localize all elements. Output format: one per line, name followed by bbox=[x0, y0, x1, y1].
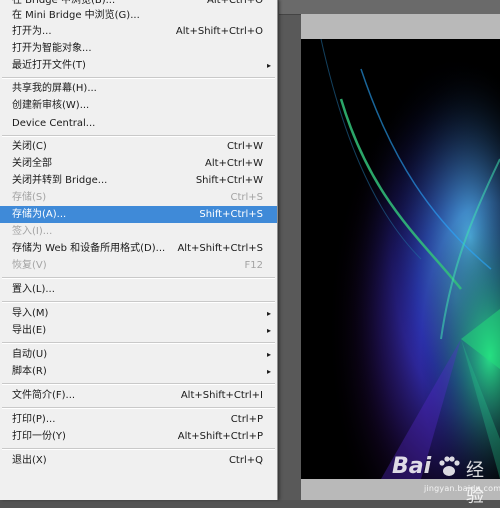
submenu-arrow-icon: ▸ bbox=[266, 326, 271, 335]
menu-item-label: 存储(S) bbox=[12, 192, 47, 203]
menu-separator bbox=[2, 383, 275, 385]
menu-item-label: 导入(M) bbox=[12, 308, 49, 319]
menu-item-label: 置入(L)... bbox=[12, 284, 55, 295]
menu-item-shortcut: Ctrl+Q bbox=[228, 455, 263, 466]
menu-item-label: Device Central... bbox=[12, 118, 96, 129]
menu-item-shortcut: Alt+Shift+Ctrl+P bbox=[177, 431, 263, 442]
menu-item-scripts[interactable]: 脚本(R) ▸ bbox=[0, 363, 277, 380]
menu-item-label: 打开为智能对象... bbox=[12, 43, 92, 54]
menu-item-open-as-smart-object[interactable]: 打开为智能对象... bbox=[0, 40, 277, 57]
menu-item-shortcut: Ctrl+S bbox=[230, 192, 263, 203]
menu-item-shortcut: Ctrl+P bbox=[230, 414, 263, 425]
menu-item-automate[interactable]: 自动(U) ▸ bbox=[0, 346, 277, 363]
menu-item-open-recent[interactable]: 最近打开文件(T) ▸ bbox=[0, 57, 277, 74]
menu-item-revert[interactable]: 恢复(V) F12 bbox=[0, 257, 277, 274]
menu-item-open-as[interactable]: 打开为... Alt+Shift+Ctrl+O bbox=[0, 23, 277, 40]
menu-item-device-central[interactable]: Device Central... bbox=[0, 115, 277, 132]
menu-item-shortcut: Ctrl+W bbox=[226, 141, 263, 152]
menu-item-label: 脚本(R) bbox=[12, 366, 47, 377]
menu-item-shortcut: Shift+Ctrl+S bbox=[199, 209, 263, 220]
document-canvas[interactable] bbox=[301, 14, 500, 500]
menu-item-save-for-web[interactable]: 存储为 Web 和设备所用格式(D)... Alt+Shift+Ctrl+S bbox=[0, 240, 277, 257]
menu-item-label: 退出(X) bbox=[12, 455, 47, 466]
submenu-arrow-icon: ▸ bbox=[266, 61, 271, 70]
menu-separator bbox=[2, 342, 275, 344]
menu-item-close[interactable]: 关闭(C) Ctrl+W bbox=[0, 138, 277, 155]
menu-item-label: 打开为... bbox=[12, 26, 52, 37]
menu-item-place[interactable]: 置入(L)... bbox=[0, 281, 277, 298]
submenu-arrow-icon: ▸ bbox=[266, 309, 271, 318]
menu-item-browse-in-mini-bridge[interactable]: 在 Mini Bridge 中浏览(G)... bbox=[0, 7, 277, 24]
menu-separator bbox=[2, 301, 275, 303]
document-tab-strip[interactable] bbox=[279, 0, 500, 15]
menu-item-shortcut: Alt+Ctrl+W bbox=[205, 158, 263, 169]
menu-item-save[interactable]: 存储(S) Ctrl+S bbox=[0, 189, 277, 206]
menu-item-create-new-review[interactable]: 创建新审核(W)... bbox=[0, 97, 277, 114]
menu-item-label: 共享我的屏幕(H)... bbox=[12, 83, 97, 94]
menu-item-label: 关闭全部 bbox=[12, 158, 52, 169]
menu-item-label: 存储为 Web 和设备所用格式(D)... bbox=[12, 243, 166, 254]
menu-item-import[interactable]: 导入(M) ▸ bbox=[0, 305, 277, 322]
watermark-url: jingyan.baidu.com bbox=[424, 484, 500, 493]
menu-item-label: 文件简介(F)... bbox=[12, 390, 76, 401]
paw-icon bbox=[436, 454, 462, 480]
menu-separator bbox=[2, 77, 275, 79]
menu-item-shortcut: Alt+Shift+Ctrl+O bbox=[175, 26, 263, 37]
menu-item-label: 打印一份(Y) bbox=[12, 431, 66, 442]
menu-item-print[interactable]: 打印(P)... Ctrl+P bbox=[0, 411, 277, 428]
menu-separator bbox=[2, 448, 275, 450]
menu-separator bbox=[2, 277, 275, 279]
abstract-light-image bbox=[301, 39, 500, 479]
menu-item-label: 自动(U) bbox=[12, 349, 48, 360]
menu-separator bbox=[2, 407, 275, 409]
watermark-brand-text: 经验 bbox=[466, 460, 484, 507]
menu-item-save-as[interactable]: 存储为(A)... Shift+Ctrl+S bbox=[0, 206, 277, 223]
menu-item-export[interactable]: 导出(E) ▸ bbox=[0, 322, 277, 339]
menu-item-close-and-go-to-bridge[interactable]: 关闭并转到 Bridge... Shift+Ctrl+W bbox=[0, 172, 277, 189]
menu-item-file-info[interactable]: 文件简介(F)... Alt+Shift+Ctrl+I bbox=[0, 387, 277, 404]
menu-item-label: 恢复(V) bbox=[12, 260, 47, 271]
menu-item-label: 存储为(A)... bbox=[12, 209, 67, 220]
menu-item-share-my-screen[interactable]: 共享我的屏幕(H)... bbox=[0, 80, 277, 97]
file-menu-dropdown: 在 Bridge 中浏览(B)... Alt+Ctrl+O 在 Mini Bri… bbox=[0, 0, 278, 500]
document-workspace bbox=[279, 0, 500, 500]
baidu-jingyan-watermark: Bai 经验 jingyan.baidu.com bbox=[392, 452, 500, 507]
menu-item-label: 创建新审核(W)... bbox=[12, 100, 90, 111]
menu-item-shortcut: F12 bbox=[244, 260, 263, 271]
menu-item-exit[interactable]: 退出(X) Ctrl+Q bbox=[0, 452, 277, 469]
menu-item-label: 签入(I)... bbox=[12, 226, 53, 237]
menu-item-label: 在 Mini Bridge 中浏览(G)... bbox=[12, 10, 140, 21]
menu-item-shortcut: Alt+Shift+Ctrl+S bbox=[177, 243, 263, 254]
menu-item-label: 最近打开文件(T) bbox=[12, 60, 86, 71]
watermark-logo-text: Bai bbox=[392, 454, 432, 479]
menu-item-shortcut: Alt+Shift+Ctrl+I bbox=[180, 390, 263, 401]
submenu-arrow-icon: ▸ bbox=[266, 350, 271, 359]
menu-separator bbox=[2, 135, 275, 137]
menu-item-close-all[interactable]: 关闭全部 Alt+Ctrl+W bbox=[0, 155, 277, 172]
menu-item-label: 打印(P)... bbox=[12, 414, 56, 425]
menu-item-label: 关闭(C) bbox=[12, 141, 47, 152]
menu-item-label: 导出(E) bbox=[12, 325, 47, 336]
submenu-arrow-icon: ▸ bbox=[266, 367, 271, 376]
menu-item-shortcut: Shift+Ctrl+W bbox=[195, 175, 263, 186]
menu-item-check-in[interactable]: 签入(I)... bbox=[0, 223, 277, 240]
menu-item-label: 关闭并转到 Bridge... bbox=[12, 175, 108, 186]
menu-item-print-one-copy[interactable]: 打印一份(Y) Alt+Shift+Ctrl+P bbox=[0, 428, 277, 445]
